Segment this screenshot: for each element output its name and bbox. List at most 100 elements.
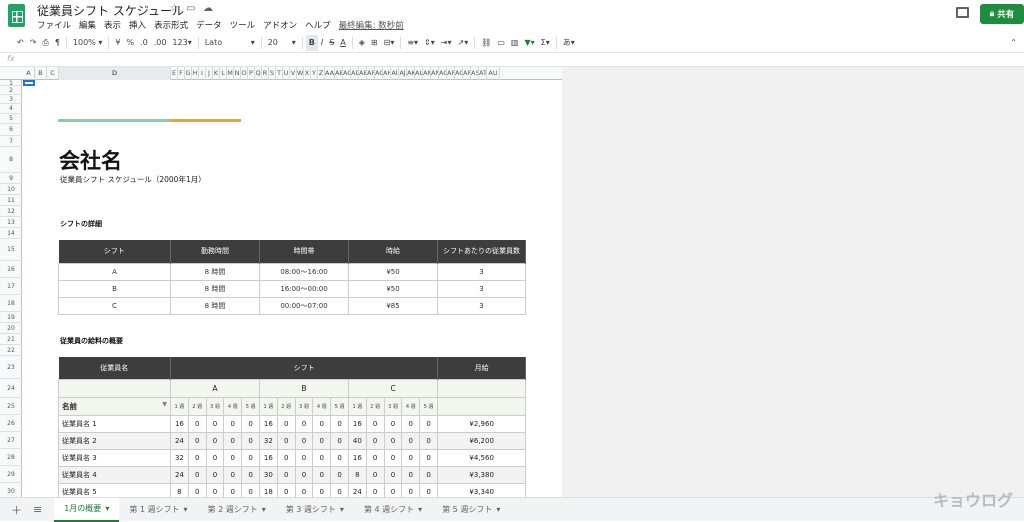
column-header[interactable]: AB <box>335 67 343 80</box>
menu-insert[interactable]: 挿入 <box>129 19 146 31</box>
employee-name-cell[interactable]: 従業員名 3 <box>58 448 171 467</box>
hours-cell[interactable]: 0 <box>294 414 314 433</box>
column-header[interactable]: W <box>297 67 304 80</box>
staff-cell[interactable]: 3 <box>437 262 526 281</box>
column-header[interactable]: P <box>248 67 255 80</box>
staff-cell[interactable]: 3 <box>437 279 526 298</box>
hours-cell[interactable]: 0 <box>365 448 385 467</box>
hours-cell[interactable]: 0 <box>223 414 243 433</box>
vertical-align-icon[interactable]: ⇕▾ <box>421 35 438 51</box>
week-header[interactable]: 3 週 <box>205 396 225 416</box>
input-tools-select[interactable]: あ ▾ <box>560 35 578 51</box>
row-header[interactable]: 5 <box>0 114 22 124</box>
hours-cell[interactable]: 0 <box>312 431 332 450</box>
week-header[interactable]: 2 週 <box>276 396 296 416</box>
hours-cell[interactable]: 0 <box>419 448 439 467</box>
menu-format[interactable]: 表示形式 <box>154 19 188 31</box>
menu-help[interactable]: ヘルプ <box>305 19 331 31</box>
monthly-pay-cell[interactable]: ¥3,380 <box>437 465 527 484</box>
sheet-tab[interactable]: 第 2 週シフト ▾ <box>198 498 276 522</box>
undo-icon[interactable]: ↶ <box>14 35 27 51</box>
name-column-header[interactable]: 名前 ▼ <box>58 396 171 416</box>
hours-cell[interactable]: 0 <box>401 465 421 484</box>
wage-cell[interactable]: ¥50 <box>348 262 438 281</box>
hours-cell[interactable]: 0 <box>383 465 403 484</box>
column-header[interactable]: V <box>290 67 297 80</box>
column-header[interactable]: K <box>213 67 220 80</box>
hours-cell[interactable]: 24 <box>170 431 189 450</box>
sheet-tab-menu-icon[interactable]: ▾ <box>340 505 344 514</box>
shift-cell[interactable]: B <box>58 279 171 298</box>
shift-group-header[interactable]: シフト <box>170 357 439 379</box>
column-header[interactable]: C <box>47 67 59 80</box>
sheet-tab-menu-icon[interactable]: ▾ <box>418 505 422 514</box>
week-header[interactable]: 1 週 <box>258 396 278 416</box>
sheet-tab[interactable]: 1月の概要 ▾ <box>54 497 120 522</box>
formula-bar[interactable] <box>0 53 1024 67</box>
row-header[interactable]: 18 <box>0 295 22 312</box>
document-title[interactable]: 従業員シフト スケジュール <box>37 2 184 19</box>
row-header[interactable]: 27 <box>0 432 22 449</box>
decrease-decimal-button[interactable]: .0 <box>137 35 151 51</box>
row-header[interactable]: 12 <box>0 206 22 217</box>
hours-cell[interactable]: 0 <box>205 465 225 484</box>
column-header[interactable]: AN <box>431 67 439 80</box>
timeslot-cell[interactable]: 08:00～16:00 <box>259 262 349 281</box>
wage-cell[interactable]: ¥50 <box>348 279 438 298</box>
hours-cell[interactable]: 0 <box>330 414 349 433</box>
menu-data[interactable]: データ <box>196 19 222 31</box>
column-header[interactable]: AL <box>415 67 423 80</box>
hours-cell[interactable]: 0 <box>276 431 296 450</box>
shift-cell[interactable]: C <box>58 296 171 315</box>
week-header[interactable]: 2 週 <box>187 396 207 416</box>
menu-view[interactable]: 表示 <box>104 19 121 31</box>
hours-cell[interactable]: 32 <box>170 448 189 467</box>
collapse-menu-icon[interactable]: ⌃ <box>1007 35 1020 51</box>
week-header[interactable]: 5 週 <box>241 396 260 416</box>
hours-cell[interactable]: 0 <box>241 414 260 433</box>
column-header[interactable]: AQ <box>455 67 463 80</box>
monthly-pay-cell[interactable]: ¥2,960 <box>437 414 527 433</box>
sheet-tab-menu-icon[interactable]: ▾ <box>262 505 266 514</box>
hours-cell[interactable]: 0 <box>294 448 314 467</box>
more-formats-select[interactable]: 123 ▾ <box>169 35 194 51</box>
column-header[interactable]: Y <box>311 67 318 80</box>
column-header[interactable]: F <box>178 67 185 80</box>
text-color-button[interactable]: A <box>337 35 348 51</box>
employee-name-cell[interactable]: 従業員名 4 <box>58 465 171 484</box>
sheet-tab-menu-icon[interactable]: ▾ <box>496 505 500 514</box>
column-header[interactable]: R <box>262 67 269 80</box>
font-size-select[interactable]: 20 ▾ <box>265 35 299 51</box>
sheet-tab[interactable]: 第 1 週シフト ▾ <box>119 498 197 522</box>
column-header[interactable]: AK <box>407 67 415 80</box>
hours-cell[interactable]: 0 <box>187 465 207 484</box>
week-header[interactable]: 1 週 <box>170 396 189 416</box>
bold-button[interactable]: B <box>305 34 318 51</box>
monthly-pay-header[interactable]: 月給 <box>437 357 527 379</box>
hours-cell[interactable]: 0 <box>312 465 332 484</box>
header-shift[interactable]: シフト <box>58 240 171 263</box>
column-header[interactable]: M <box>227 67 234 80</box>
row-header[interactable]: 2 <box>0 86 22 95</box>
hours-cell[interactable]: 0 <box>241 465 260 484</box>
hours-cell[interactable]: 0 <box>401 431 421 450</box>
row-header[interactable]: 4 <box>0 104 22 114</box>
column-header[interactable]: O <box>241 67 248 80</box>
week-header[interactable]: 4 週 <box>312 396 332 416</box>
hours-cell[interactable]: 0 <box>276 414 296 433</box>
hours-cell[interactable]: 32 <box>258 431 278 450</box>
shift-details-heading[interactable]: シフトの詳細 <box>60 219 102 229</box>
merge-cells-icon[interactable]: ⊟▾ <box>381 35 398 51</box>
fill-color-icon[interactable]: ◈ <box>356 35 368 51</box>
hours-cell[interactable]: 40 <box>347 431 367 450</box>
share-button[interactable]: 🔒︎ 共有 <box>980 4 1024 24</box>
week-header[interactable]: 5 週 <box>330 396 349 416</box>
link-icon[interactable]: ⛓ <box>478 35 494 51</box>
column-header[interactable]: D <box>59 67 171 80</box>
hours-cell[interactable]: 0 <box>223 448 243 467</box>
column-header[interactable]: AA <box>325 67 335 80</box>
print-icon[interactable]: ⎙ <box>39 35 51 51</box>
comment-icon[interactable]: ▭ <box>494 35 508 51</box>
row-header[interactable]: 15 <box>0 239 22 261</box>
week-header[interactable]: 3 週 <box>383 396 403 416</box>
